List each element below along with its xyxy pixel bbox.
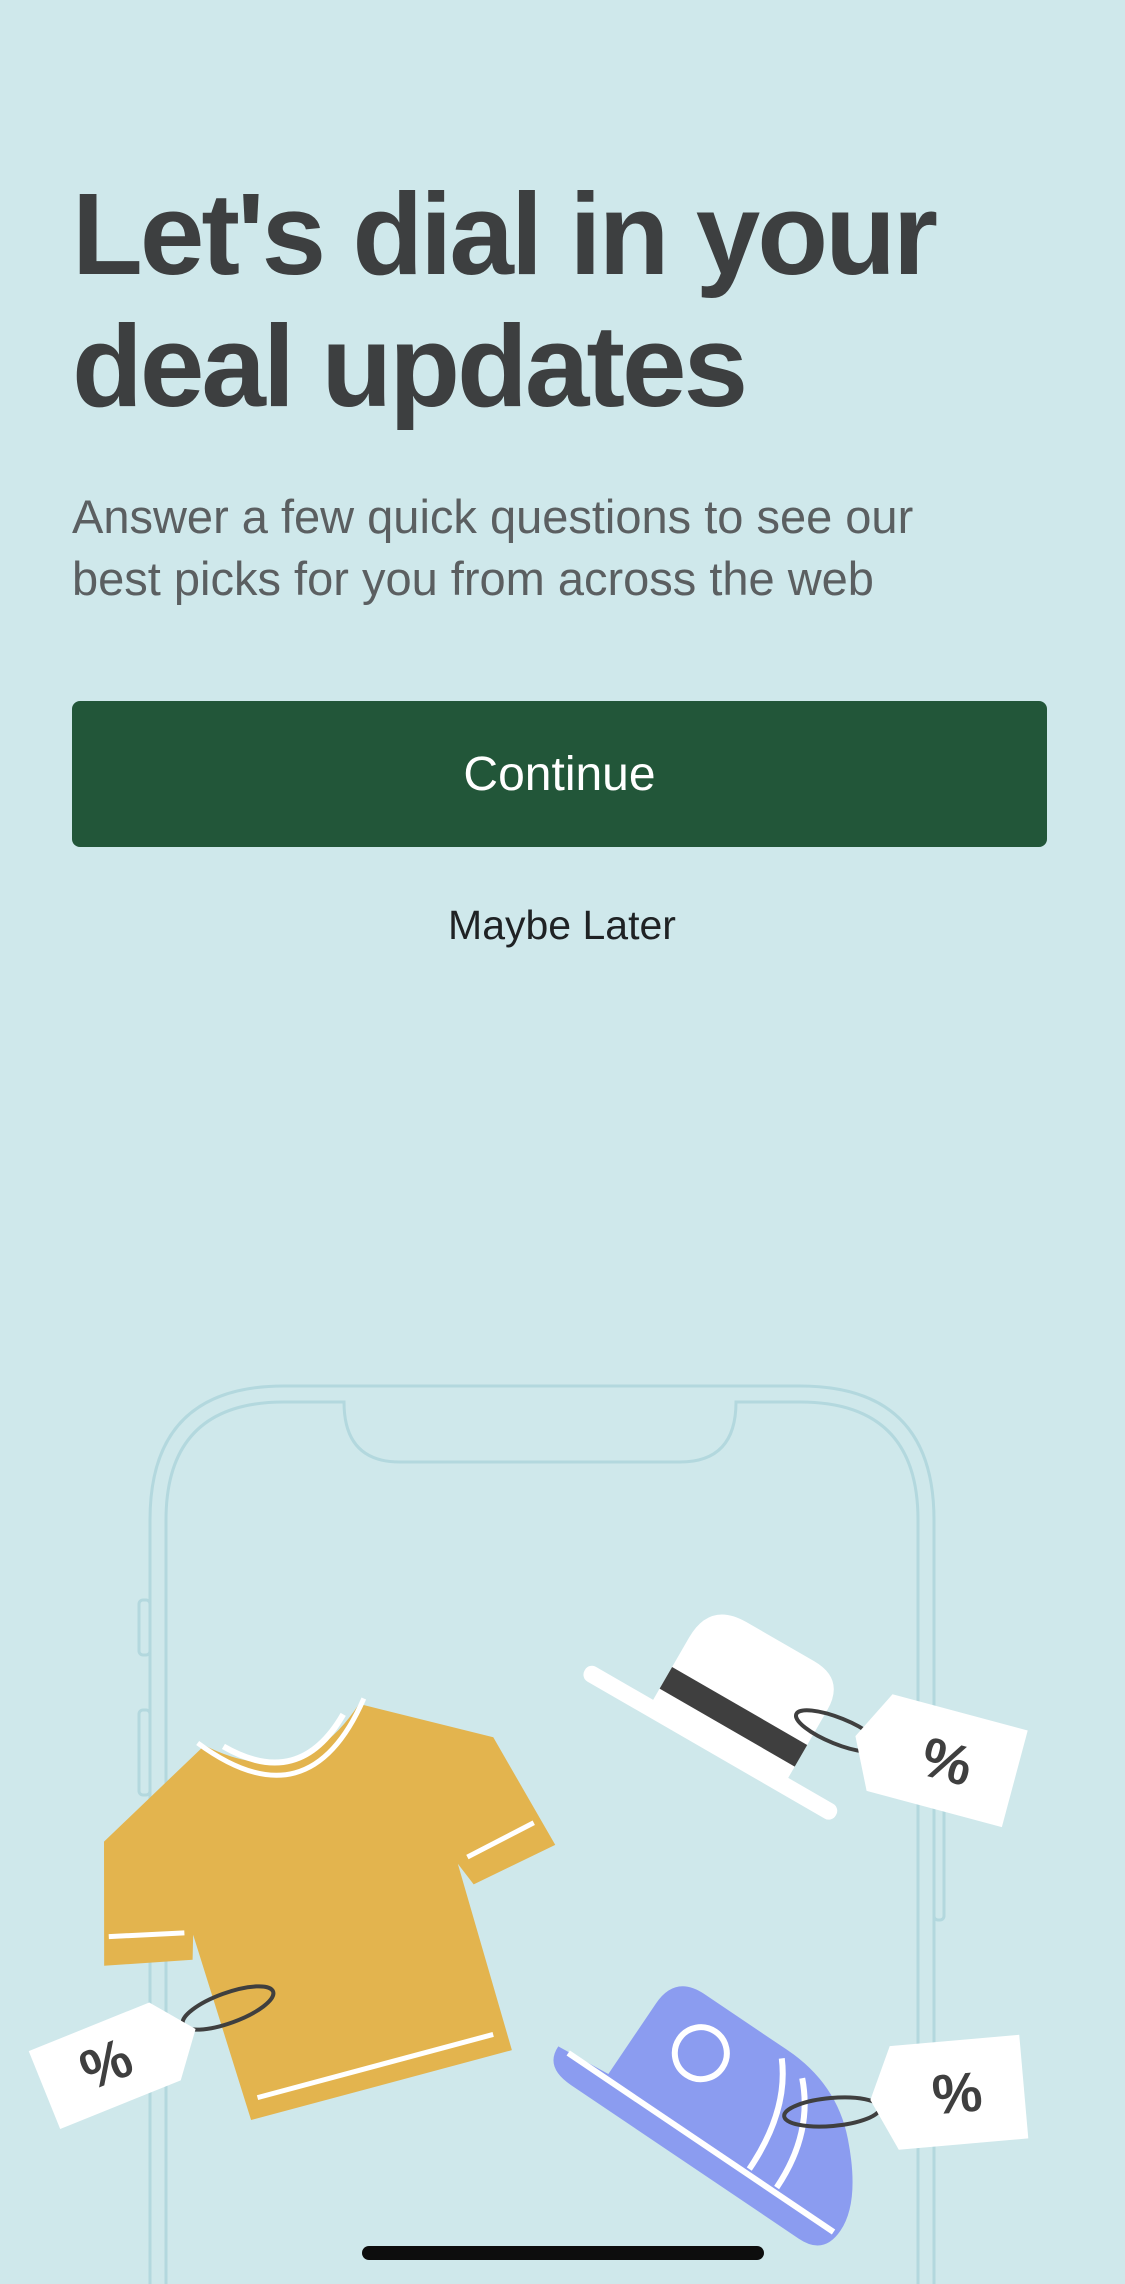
page-title-line-1: Let's dial in your [72, 169, 938, 299]
page-title: Let's dial in your deal updates [72, 168, 1072, 432]
maybe-later-link[interactable]: Maybe Later [362, 890, 762, 960]
sneaker-tag-label: % [930, 2059, 985, 2126]
page-title-line-2: deal updates [72, 301, 748, 431]
page-subtitle: Answer a few quick questions to see our … [72, 486, 1072, 610]
continue-button[interactable]: Continue [72, 701, 1047, 847]
deals-illustration: % % % [28, 1384, 1029, 2284]
hat-icon [583, 1614, 838, 1820]
home-indicator[interactable] [362, 2246, 764, 2260]
page-subtitle-line-2: best picks for you from across the web [72, 552, 874, 605]
page-subtitle-line-1: Answer a few quick questions to see our [72, 490, 914, 543]
